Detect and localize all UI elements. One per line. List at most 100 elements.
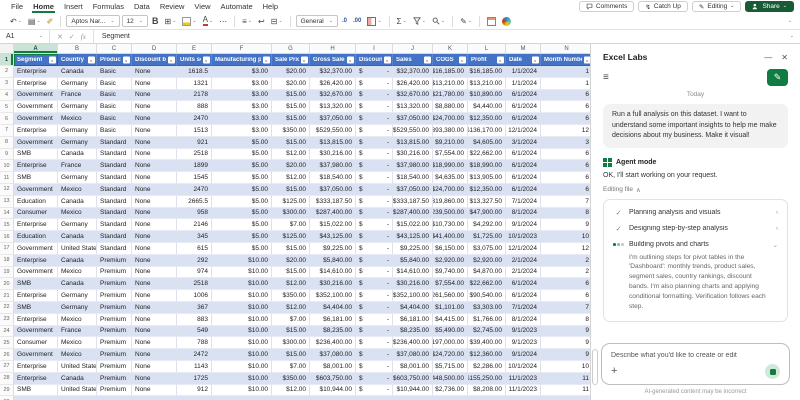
cell-N10[interactable]: 6 <box>541 160 590 172</box>
cell-N6[interactable]: 6 <box>541 113 590 125</box>
cell-J28[interactable]: $603,750.00 <box>393 373 433 385</box>
format-as-table-button[interactable] <box>485 16 498 27</box>
header-cell-B[interactable]: Country⌄ <box>58 54 97 66</box>
cell-K2[interactable]: $16,185.00 <box>433 66 468 78</box>
cell-D30[interactable] <box>132 396 177 400</box>
cell-F7[interactable]: $3.00 <box>212 125 272 137</box>
cell-K6[interactable]: $24,700.00 <box>433 113 468 125</box>
cell-N23[interactable]: 8 <box>541 314 590 326</box>
cell-D29[interactable]: None <box>132 385 177 397</box>
cell-A13[interactable]: Education <box>14 196 58 208</box>
cell-I10[interactable]: $- <box>356 160 393 172</box>
cell-L14[interactable]: $47,900.00 <box>468 208 506 220</box>
menu-tab-formulas[interactable]: Formulas <box>88 0 129 13</box>
cell-D19[interactable]: None <box>132 267 177 279</box>
header-cell-D[interactable]: Discount band⌄ <box>132 54 177 66</box>
row-number-21[interactable]: 21 <box>0 290 14 302</box>
cell-E29[interactable]: 912 <box>177 385 212 397</box>
row-number-4[interactable]: 4 <box>0 90 14 102</box>
cell-K14[interactable]: $239,500.00 <box>433 208 468 220</box>
cell-I28[interactable]: $- <box>356 373 393 385</box>
chat-input[interactable] <box>611 352 780 359</box>
cell-N24[interactable]: 9 <box>541 326 590 338</box>
cell-N3[interactable]: 1 <box>541 78 590 90</box>
cell-M2[interactable]: 1/1/2024 <box>506 66 541 78</box>
filter-button[interactable]: ⌄ <box>459 56 466 63</box>
cell-C10[interactable]: Standard <box>97 160 132 172</box>
cell-F21[interactable]: $10.00 <box>212 290 272 302</box>
cell-A30[interactable] <box>14 396 58 400</box>
row-number-9[interactable]: 9 <box>0 149 14 161</box>
cell-D12[interactable]: None <box>132 184 177 196</box>
cell-F24[interactable]: $10.00 <box>212 326 272 338</box>
cell-B4[interactable]: France <box>58 90 97 102</box>
cell-B18[interactable]: Canada <box>58 255 97 267</box>
cell-D13[interactable]: None <box>132 196 177 208</box>
cell-C29[interactable]: Premium <box>97 385 132 397</box>
cell-F13[interactable]: $5.00 <box>212 196 272 208</box>
cell-E23[interactable]: 883 <box>177 314 212 326</box>
cell-H25[interactable]: $236,400.00 <box>310 337 356 349</box>
cell-A2[interactable]: Enterprise <box>14 66 58 78</box>
row-number-15[interactable]: 15 <box>0 219 14 231</box>
row-number-3[interactable]: 3 <box>0 78 14 90</box>
decrease-decimal-button[interactable]: .00 <box>351 17 363 25</box>
cell-C22[interactable]: Premium <box>97 302 132 314</box>
cell-I14[interactable]: $- <box>356 208 393 220</box>
cell-B29[interactable]: United States <box>58 385 97 397</box>
cell-B6[interactable]: Mexico <box>58 113 97 125</box>
cell-C26[interactable]: Premium <box>97 349 132 361</box>
column-header-K[interactable]: K <box>433 44 468 53</box>
cell-N11[interactable]: 6 <box>541 172 590 184</box>
filter-button[interactable]: ⌄ <box>424 56 431 63</box>
header-cell-N[interactable]: Month Number⌄ <box>541 54 590 66</box>
cell-C15[interactable]: Standard <box>97 219 132 231</box>
cell-M29[interactable]: 11/1/2023 <box>506 385 541 397</box>
cell-K22[interactable]: $1,101.00 <box>433 302 468 314</box>
cell-J18[interactable]: $5,840.00 <box>393 255 433 267</box>
cell-D25[interactable]: None <box>132 337 177 349</box>
cell-I12[interactable]: $- <box>356 184 393 196</box>
cell-N29[interactable]: 11 <box>541 385 590 397</box>
cell-N5[interactable]: 6 <box>541 101 590 113</box>
cell-G21[interactable]: $350.00 <box>272 290 310 302</box>
chat-input-box[interactable]: + <box>601 343 790 385</box>
cell-H20[interactable]: $30,216.00 <box>310 278 356 290</box>
cell-F9[interactable]: $5.00 <box>212 149 272 161</box>
menu-tab-review[interactable]: Review <box>155 0 190 13</box>
cell-J3[interactable]: $26,420.00 <box>393 78 433 90</box>
cell-F16[interactable]: $5.00 <box>212 231 272 243</box>
cell-A25[interactable]: Consumer <box>14 337 58 349</box>
cell-B24[interactable]: France <box>58 326 97 338</box>
cell-J14[interactable]: $287,400.00 <box>393 208 433 220</box>
cell-G9[interactable]: $12.00 <box>272 149 310 161</box>
cell-F19[interactable]: $10.00 <box>212 267 272 279</box>
row-number-5[interactable]: 5 <box>0 101 14 113</box>
cell-M18[interactable]: 2/1/2024 <box>506 255 541 267</box>
cell-A23[interactable]: Enterprise <box>14 314 58 326</box>
cell-H26[interactable]: $37,080.00 <box>310 349 356 361</box>
cell-A24[interactable]: Government <box>14 326 58 338</box>
cell-K13[interactable]: $319,860.00 <box>433 196 468 208</box>
cell-J26[interactable]: $37,080.00 <box>393 349 433 361</box>
cell-B11[interactable]: Germany <box>58 172 97 184</box>
cell-D21[interactable]: None <box>132 290 177 302</box>
filter-button[interactable]: ⌄ <box>532 56 539 63</box>
cell-K16[interactable]: $41,400.00 <box>433 231 468 243</box>
cell-B22[interactable]: Germany <box>58 302 97 314</box>
cell-G28[interactable]: $350.00 <box>272 373 310 385</box>
cell-L21[interactable]: $90,540.00 <box>468 290 506 302</box>
cell-M3[interactable]: 1/1/2024 <box>506 78 541 90</box>
cell-G14[interactable]: $300.00 <box>272 208 310 220</box>
cell-L2[interactable]: $16,185.00 <box>468 66 506 78</box>
cell-C28[interactable]: Premium <box>97 373 132 385</box>
cell-J16[interactable]: $43,125.00 <box>393 231 433 243</box>
header-cell-G[interactable]: Sale Price⌄ <box>272 54 310 66</box>
cell-G18[interactable]: $20.00 <box>272 255 310 267</box>
increase-decimal-button[interactable]: .0 <box>340 17 349 25</box>
cell-I7[interactable]: $- <box>356 125 393 137</box>
agent-step[interactable]: ✓Designing step-by-step analysis› <box>613 221 778 237</box>
cell-H23[interactable]: $6,181.00 <box>310 314 356 326</box>
cell-I21[interactable]: $- <box>356 290 393 302</box>
cell-K26[interactable]: $24,720.00 <box>433 349 468 361</box>
